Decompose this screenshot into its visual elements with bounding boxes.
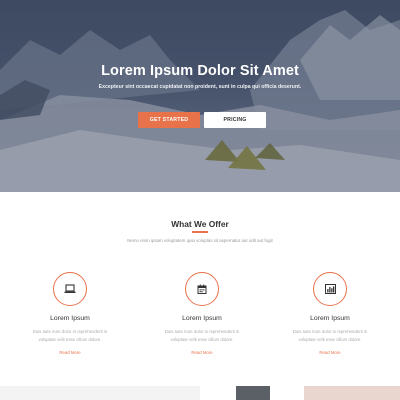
hero-section: Lorem Ipsum Dolor Sit Amet Excepteur sin… — [0, 0, 400, 192]
feature-text-line: Duis aute irure dolor in reprehenderit i… — [32, 329, 108, 334]
feature-text-line: voluptate velit esse cillum dolore. — [170, 337, 234, 342]
feature-card: Lorem Ipsum Duis aute irure dolor in rep… — [270, 272, 390, 355]
bar-chart-icon — [324, 284, 336, 294]
feature-text: Duis aute irure dolor in reprehenderit i… — [10, 328, 130, 344]
feature-text: Duis aute irure dolor in reprehenderit i… — [142, 328, 262, 344]
feature-icon-circle — [53, 272, 87, 306]
hero-subtitle: Excepteur sint occaecat cupidatat non pr… — [98, 84, 302, 90]
feature-text-line: Duis aute irure dolor in reprehenderit i… — [292, 329, 368, 334]
next-section-image — [304, 386, 400, 400]
hero-overlay — [0, 0, 400, 192]
section-underline — [192, 231, 208, 233]
feature-text-line: voluptate velit esse cillum dolore. — [298, 337, 362, 342]
feature-title: Lorem Ipsum — [182, 315, 222, 322]
pricing-button[interactable]: PRICING — [204, 112, 266, 128]
read-more-link[interactable]: Read More — [142, 350, 262, 355]
section-subtitle: Nemo enim ipsam voluptatem quia voluptas… — [127, 238, 273, 243]
get-started-button[interactable]: GET STARTED — [138, 112, 200, 128]
feature-icon-circle — [313, 272, 347, 306]
feature-title: Lorem Ipsum — [310, 315, 350, 322]
hero-title: Lorem Ipsum Dolor Sit Amet — [101, 63, 299, 79]
feature-card: Lorem Ipsum Duis aute irure dolor in rep… — [142, 272, 262, 355]
next-section-background — [0, 386, 200, 400]
read-more-link[interactable]: Read More — [270, 350, 390, 355]
feature-card: Lorem Ipsum Duis aute irure dolor in rep… — [10, 272, 130, 355]
next-section-image — [236, 386, 270, 400]
laptop-icon — [64, 284, 76, 293]
feature-text-line: voluptate velit esse cillum dolore. — [38, 337, 102, 342]
feature-icon-circle — [185, 272, 219, 306]
section-title: What We Offer — [171, 219, 229, 229]
read-more-link[interactable]: Read More — [10, 350, 130, 355]
feature-title: Lorem Ipsum — [50, 315, 90, 322]
calendar-icon — [197, 284, 207, 294]
feature-text: Duis aute irure dolor in reprehenderit i… — [270, 328, 390, 344]
next-section-preview — [0, 386, 400, 400]
feature-text-line: Duis aute irure dolor in reprehenderit i… — [164, 329, 240, 334]
